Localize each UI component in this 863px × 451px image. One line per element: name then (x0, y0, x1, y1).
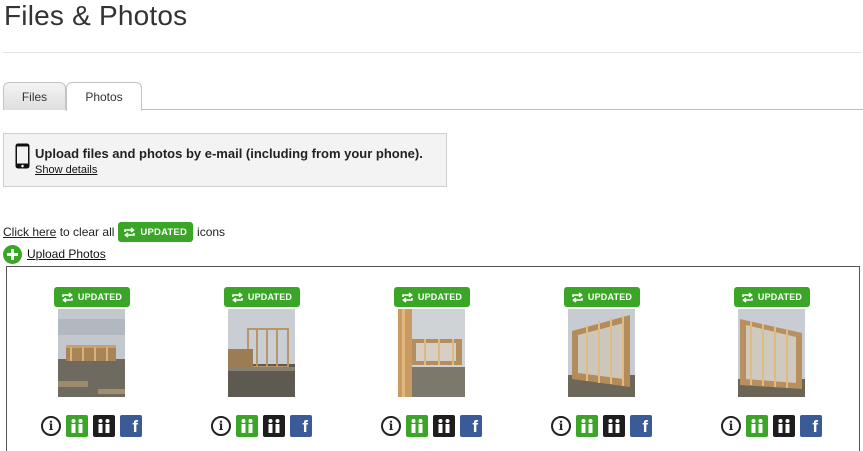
info-icon[interactable]: i (211, 416, 231, 436)
share-with-client-icon[interactable] (93, 415, 115, 437)
share-with-team-icon[interactable] (576, 415, 598, 437)
updated-badge: UPDATED (118, 222, 194, 242)
share-with-client-icon[interactable] (773, 415, 795, 437)
clear-updated-link[interactable]: Click here (3, 225, 56, 239)
refresh-icon (402, 291, 413, 303)
upload-photos-link[interactable]: Upload Photos (27, 247, 106, 261)
refresh-icon (742, 291, 753, 303)
updated-badge: UPDATED (224, 287, 300, 307)
refresh-icon (572, 291, 583, 303)
photo-actions: i f (211, 415, 312, 437)
photo-card: UPDATED i f (381, 287, 504, 447)
facebook-icon[interactable]: f (290, 415, 312, 437)
facebook-icon[interactable]: f (460, 415, 482, 437)
clear-updated-icons-text: icons (197, 225, 226, 239)
title-divider (3, 52, 861, 53)
photo-card: UPDATED i f (211, 287, 334, 447)
show-details-link[interactable]: Show details (35, 164, 97, 176)
photo-actions: i f (381, 415, 482, 437)
tab-files[interactable]: Files (3, 82, 66, 110)
refresh-icon (124, 226, 136, 238)
clear-updated-text: to clear all (59, 225, 115, 239)
photo-thumbnail[interactable] (568, 309, 635, 397)
info-icon[interactable]: i (721, 416, 741, 436)
photo-actions: i f (551, 415, 652, 437)
photo-actions: i f (721, 415, 822, 437)
photo-thumbnail[interactable] (58, 309, 125, 397)
photo-gallery: UPDATED i f UPDATED i f UPDATED i f UPDA… (6, 266, 860, 451)
photo-thumbnail[interactable] (398, 309, 465, 397)
photo-card: UPDATED i f (41, 287, 164, 447)
photo-card: UPDATED i f (551, 287, 674, 447)
refresh-icon (62, 291, 73, 303)
photo-thumbnail[interactable] (738, 309, 805, 397)
share-with-team-icon[interactable] (236, 415, 258, 437)
photo-thumbnail[interactable] (228, 309, 295, 397)
refresh-icon (232, 291, 243, 303)
share-with-team-icon[interactable] (406, 415, 428, 437)
facebook-icon[interactable]: f (120, 415, 142, 437)
share-with-client-icon[interactable] (263, 415, 285, 437)
updated-badge: UPDATED (564, 287, 640, 307)
tab-bar: Files Photos (3, 82, 863, 111)
photo-actions: i f (41, 415, 142, 437)
info-icon[interactable]: i (381, 416, 401, 436)
share-with-team-icon[interactable] (746, 415, 768, 437)
tab-photos[interactable]: Photos (66, 82, 142, 111)
facebook-icon[interactable]: f (800, 415, 822, 437)
upload-photos-row[interactable]: Upload Photos (3, 244, 106, 264)
info-icon[interactable]: i (41, 416, 61, 436)
share-with-client-icon[interactable] (433, 415, 455, 437)
phone-icon (15, 143, 30, 169)
share-with-client-icon[interactable] (603, 415, 625, 437)
updated-badge: UPDATED (54, 287, 130, 307)
clear-updated-line: Click here to clear all UPDATED icons (3, 222, 225, 242)
share-with-team-icon[interactable] (66, 415, 88, 437)
info-icon[interactable]: i (551, 416, 571, 436)
facebook-icon[interactable]: f (630, 415, 652, 437)
email-upload-heading: Upload files and photos by e-mail (inclu… (35, 146, 423, 161)
plus-circle-icon[interactable] (3, 244, 22, 264)
page-title: Files & Photos (4, 0, 188, 31)
email-upload-panel: Upload files and photos by e-mail (inclu… (3, 133, 447, 187)
updated-badge: UPDATED (394, 287, 470, 307)
photo-card: UPDATED i f (721, 287, 844, 447)
updated-badge: UPDATED (734, 287, 810, 307)
